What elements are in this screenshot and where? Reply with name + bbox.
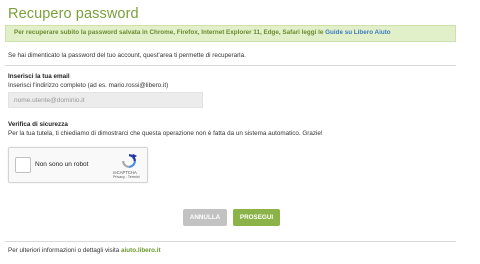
email-field[interactable] [8, 92, 203, 108]
recaptcha-label: Non sono un robot [35, 161, 89, 168]
divider [5, 241, 456, 242]
recaptcha-checkbox[interactable] [15, 157, 31, 173]
security-check-label: Verifica di sicurezza [8, 121, 68, 128]
banner-message: Per recuperare subito la password salvat… [14, 29, 391, 36]
security-check-help-text: Per la tua tutela, ti chiediamo di dimos… [8, 130, 323, 137]
recaptcha-logo-icon [122, 153, 137, 168]
footer-text: Per ulteriori informazioni o dettagli vi… [8, 247, 161, 254]
footer-message: Per ulteriori informazioni o dettagli vi… [8, 247, 122, 254]
email-label: Inserisci la tua email [8, 73, 70, 80]
continue-button[interactable]: PROSEGUI [233, 209, 280, 226]
help-site-link[interactable]: aiuto.libero.it [121, 247, 161, 254]
recaptcha-widget: Non sono un robot reCAPTCHA Privacy - Te… [8, 147, 148, 183]
email-help-text: Inserisci l'indirizzo completo (ad es. m… [8, 82, 169, 89]
banner-text: Per recuperare subito la password salvat… [14, 29, 326, 36]
cancel-button[interactable]: ANNULLA [183, 209, 227, 226]
divider [5, 65, 456, 66]
intro-text: Se hai dimenticato la password del tuo a… [8, 52, 246, 59]
info-banner: Per recuperare subito la password salvat… [5, 25, 456, 42]
guide-link[interactable]: Guide su Libero Aiuto [325, 29, 391, 36]
recaptcha-privacy-terms[interactable]: Privacy - Termini [113, 175, 140, 179]
page-title: Recupero password [8, 6, 139, 22]
